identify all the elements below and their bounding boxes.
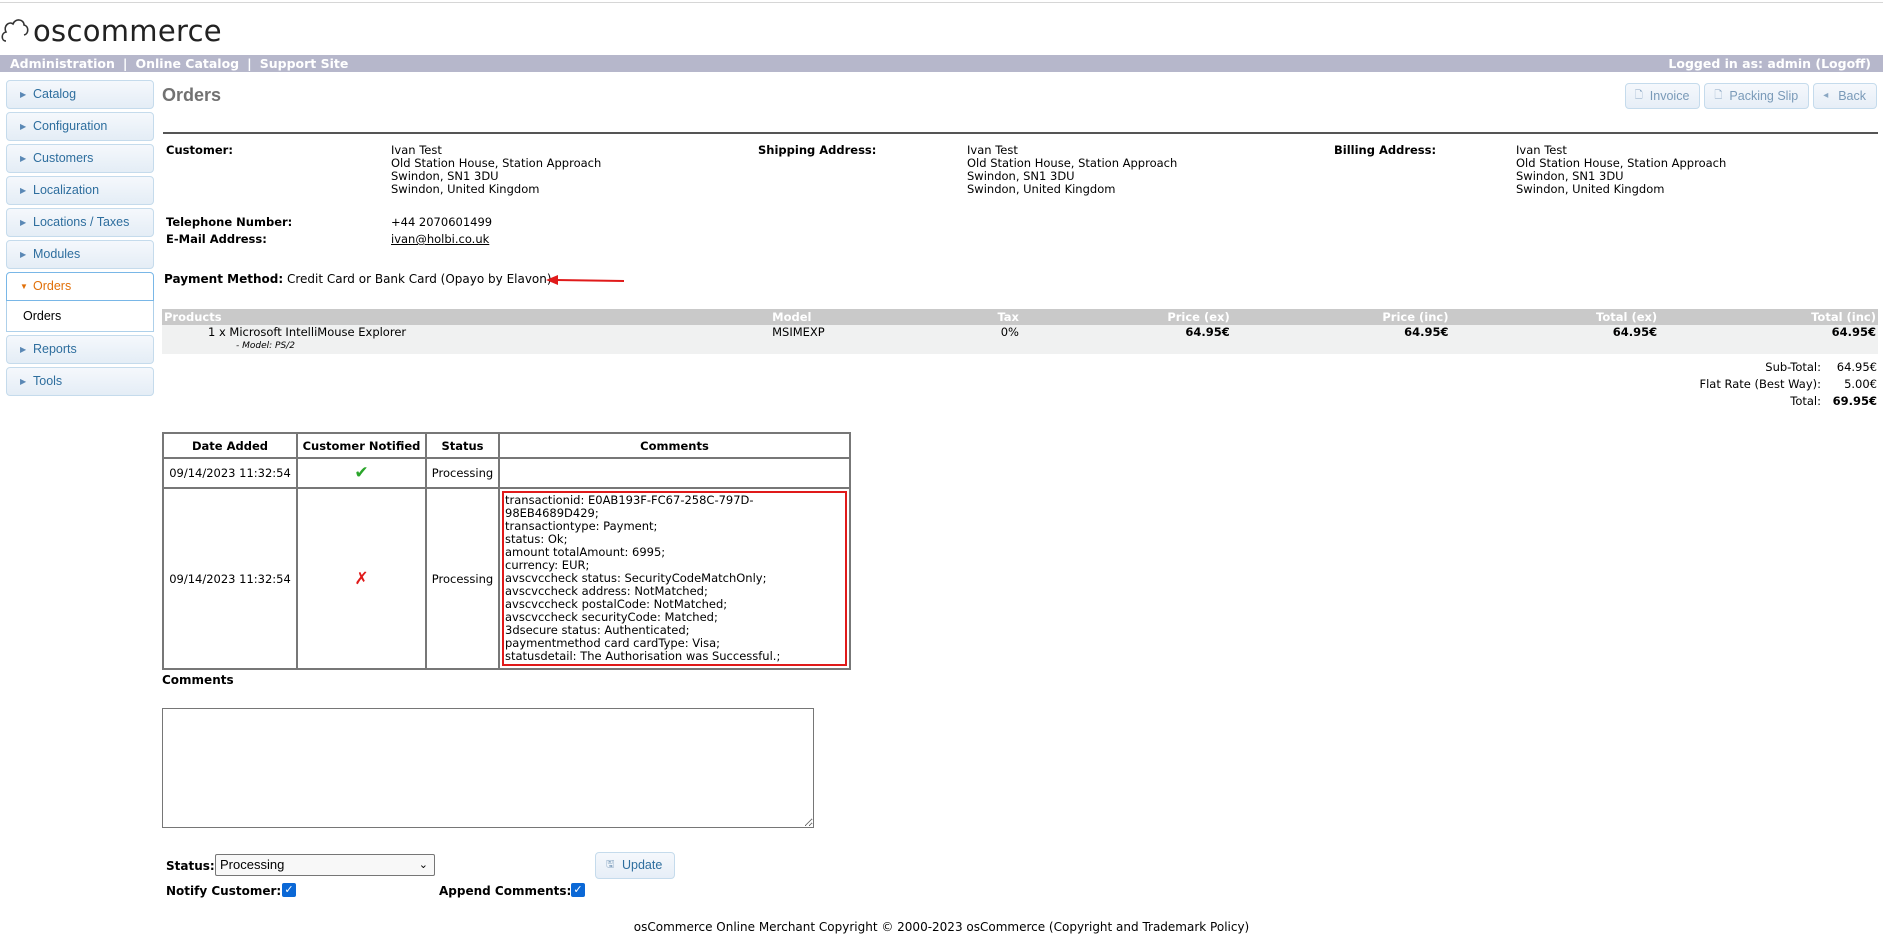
back-button[interactable]: ◂ Back xyxy=(1813,83,1877,109)
caret-right-icon: ▶ xyxy=(20,250,27,259)
chevron-left-icon: ◂ xyxy=(1823,90,1829,101)
subtotal-row: Sub-Total: 64.95€ xyxy=(1765,360,1877,374)
packing-slip-button[interactable]: 🗋 Packing Slip xyxy=(1704,83,1810,109)
products-table: Products Model Tax Price (ex) Price (inc… xyxy=(162,309,1878,354)
shipping-label: Shipping Address: xyxy=(758,143,877,157)
sidebar-item-configuration[interactable]: ▶ Configuration xyxy=(6,112,154,141)
caret-right-icon: ▶ xyxy=(20,122,27,131)
oscommerce-logo[interactable]: oscommerce xyxy=(0,4,260,52)
caret-right-icon: ▶ xyxy=(20,154,27,163)
phone-value: +44 2070601499 xyxy=(391,215,493,229)
status-label: Status: xyxy=(166,859,215,873)
append-comments-label: Append Comments: xyxy=(439,884,572,898)
comments-label: Comments xyxy=(162,673,234,687)
product-attribute-row: - Model: PS/2 xyxy=(162,341,1878,354)
sidebar-subitem-orders[interactable]: Orders xyxy=(6,301,154,332)
notify-customer-checkbox[interactable]: ✓ xyxy=(282,883,296,897)
top-navbar: Administration | Online Catalog | Support Si… xyxy=(0,55,1883,72)
sidebar-item-localization[interactable]: ▶ Localization xyxy=(6,176,154,205)
logged-in-status[interactable]: Logged in as: admin (Logoff) xyxy=(1668,55,1871,72)
product-row: 1 x Microsoft IntelliMouse Explorer MSIM… xyxy=(162,325,1878,341)
shipping-address: Ivan Test Old Station House, Station App… xyxy=(967,143,1178,196)
customer-address: Ivan Test Old Station House, Station App… xyxy=(391,143,602,196)
chevron-down-icon: ⌄ xyxy=(418,859,428,871)
red-arrow-annotation xyxy=(546,275,625,285)
phone-label: Telephone Number: xyxy=(166,215,293,229)
sidebar-item-orders[interactable]: ▼ Orders xyxy=(6,272,154,301)
caret-down-icon: ▼ xyxy=(20,282,28,291)
header-buttons: 🗋 Invoice 🗋 Packing Slip ◂ Back xyxy=(1624,83,1877,109)
highlighted-comment-box: transactionid: E0AB193F-FC67-258C-797D-9… xyxy=(502,491,847,666)
billing-address: Ivan Test Old Station House, Station App… xyxy=(1516,143,1727,196)
invoice-button[interactable]: 🗋 Invoice xyxy=(1624,83,1701,109)
caret-right-icon: ▶ xyxy=(20,345,27,354)
save-icon: 🖫 xyxy=(606,859,615,870)
notify-customer-label: Notify Customer: xyxy=(166,884,282,898)
check-icon: ✔ xyxy=(296,457,427,489)
shipping-total-row: Flat Rate (Best Way): 5.00€ xyxy=(1699,377,1877,391)
email-label: E-Mail Address: xyxy=(166,232,267,246)
sidebar-item-modules[interactable]: ▶ Modules xyxy=(6,240,154,269)
caret-right-icon: ▶ xyxy=(20,90,27,99)
history-header-row: Date Added Customer Notified Status Comm… xyxy=(162,432,851,459)
sidebar-item-locations-taxes[interactable]: ▶ Locations / Taxes xyxy=(6,208,154,237)
comments-textarea[interactable] xyxy=(162,708,814,828)
logo-text: oscommerce xyxy=(33,14,222,48)
products-header-row: Products Model Tax Price (ex) Price (inc… xyxy=(162,309,1878,325)
nav-support-site[interactable]: Support Site xyxy=(260,56,349,71)
caret-right-icon: ▶ xyxy=(20,377,27,386)
append-comments-checkbox[interactable]: ✓ xyxy=(571,883,585,897)
order-totals: Sub-Total: 64.95€ Flat Rate (Best Way): 5.… xyxy=(1699,359,1877,410)
history-row: 09/14/2023 11:32:54 ✗ Processing transac… xyxy=(162,487,851,670)
page-title: Orders xyxy=(162,85,222,105)
update-button[interactable]: 🖫 Update xyxy=(595,852,675,879)
nav-administration[interactable]: Administration xyxy=(10,56,115,71)
top-divider xyxy=(0,2,1883,3)
document-icon: 🗋 xyxy=(1634,90,1643,101)
email-link[interactable]: ivan@holbi.co.uk xyxy=(391,233,489,246)
sidebar-item-catalog[interactable]: ▶ Catalog xyxy=(6,80,154,109)
status-history-table: Date Added Customer Notified Status Comm… xyxy=(162,432,851,670)
history-row: 09/14/2023 11:32:54 ✔ Processing xyxy=(162,457,851,489)
sidebar-item-reports[interactable]: ▶ Reports xyxy=(6,335,154,364)
status-select[interactable]: Processing ⌄ xyxy=(215,854,435,876)
footer-copyright: osCommerce Online Merchant Copyright © 2… xyxy=(633,920,1250,934)
payment-method: Payment Method: Credit Card or Bank Card… xyxy=(164,272,552,286)
payment-method-value: Credit Card or Bank Card (Opayo by Elavo… xyxy=(286,272,552,286)
title-divider xyxy=(163,132,1878,134)
sidebar-item-tools[interactable]: ▶ Tools xyxy=(6,367,154,396)
cloud-logo-icon xyxy=(1,19,29,42)
sidebar-item-customers[interactable]: ▶ Customers xyxy=(6,144,154,173)
caret-right-icon: ▶ xyxy=(20,186,27,195)
caret-right-icon: ▶ xyxy=(20,218,27,227)
customer-label: Customer: xyxy=(166,143,233,157)
nav-online-catalog[interactable]: Online Catalog xyxy=(135,56,239,71)
billing-label: Billing Address: xyxy=(1334,143,1437,157)
document-icon: 🗋 xyxy=(1714,90,1723,101)
sidebar: ▶ Catalog ▶ Configuration ▶ Customers ▶ Loca… xyxy=(6,80,154,399)
cross-icon: ✗ xyxy=(296,487,427,670)
grand-total-row: Total: 69.95€ xyxy=(1790,394,1877,408)
